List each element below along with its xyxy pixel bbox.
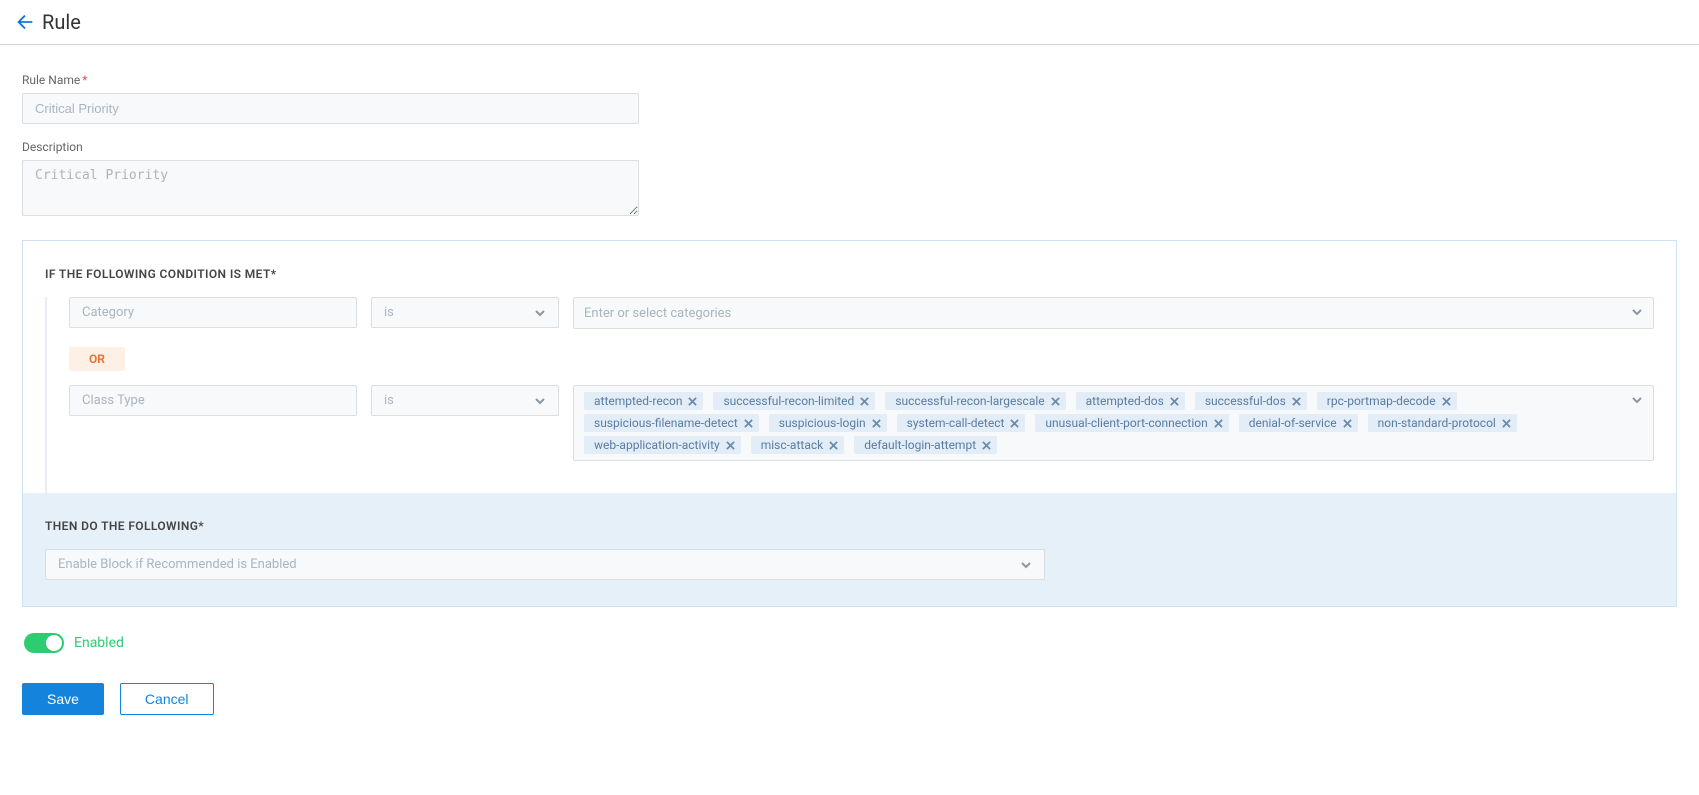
tag-label: system-call-detect xyxy=(907,416,1005,430)
condition-field-select[interactable]: Class Type xyxy=(69,385,357,416)
tag-chip: misc-attack xyxy=(751,436,845,454)
save-button[interactable]: Save xyxy=(22,683,104,715)
condition-operator-select[interactable]: is xyxy=(371,297,559,328)
toggle-knob xyxy=(46,635,62,651)
tag-label: rpc-portmap-decode xyxy=(1327,394,1436,408)
close-icon[interactable] xyxy=(726,441,735,450)
condition-value-multiselect[interactable]: attempted-recon successful-recon-limited s… xyxy=(573,385,1654,461)
tag-chip: successful-recon-limited xyxy=(713,392,875,410)
back-arrow-icon[interactable] xyxy=(14,11,36,33)
action-select[interactable]: Enable Block if Recommended is Enabled xyxy=(45,549,1045,580)
tag-label: unusual-client-port-connection xyxy=(1045,416,1207,430)
close-icon[interactable] xyxy=(1292,397,1301,406)
enabled-label: Enabled xyxy=(74,635,124,651)
close-icon[interactable] xyxy=(829,441,838,450)
page-header: Rule xyxy=(0,0,1699,45)
close-icon[interactable] xyxy=(688,397,697,406)
rule-name-label: Rule Name* xyxy=(22,73,1677,87)
tag-chip: denial-of-service xyxy=(1239,414,1358,432)
close-icon[interactable] xyxy=(1442,397,1451,406)
close-icon[interactable] xyxy=(1502,419,1511,428)
tag-label: misc-attack xyxy=(761,438,824,452)
tag-chip: attempted-recon xyxy=(584,392,703,410)
description-label: Description xyxy=(22,140,1677,154)
cancel-button[interactable]: Cancel xyxy=(120,683,214,715)
chevron-down-icon xyxy=(534,307,546,319)
tag-label: suspicious-filename-detect xyxy=(594,416,738,430)
tag-chip: non-standard-protocol xyxy=(1368,414,1517,432)
tag-chip: web-application-activity xyxy=(584,436,741,454)
tag-chip: default-login-attempt xyxy=(854,436,997,454)
tag-label: successful-recon-limited xyxy=(723,394,854,408)
chevron-down-icon xyxy=(534,395,546,407)
condition-panel: IF THE FOLLOWING CONDITION IS MET* Categ… xyxy=(22,240,1677,607)
enabled-toggle[interactable] xyxy=(24,633,64,653)
tag-chip: unusual-client-port-connection xyxy=(1035,414,1228,432)
tag-label: suspicious-login xyxy=(779,416,866,430)
tag-chip: successful-recon-largescale xyxy=(885,392,1065,410)
tag-chip: suspicious-login xyxy=(769,414,887,432)
close-icon[interactable] xyxy=(872,419,881,428)
chevron-down-icon xyxy=(1631,306,1643,318)
close-icon[interactable] xyxy=(744,419,753,428)
tag-label: successful-recon-largescale xyxy=(895,394,1044,408)
close-icon[interactable] xyxy=(982,441,991,450)
close-icon[interactable] xyxy=(1010,419,1019,428)
tag-label: non-standard-protocol xyxy=(1378,416,1496,430)
tag-chip: system-call-detect xyxy=(897,414,1026,432)
action-heading: THEN DO THE FOLLOWING* xyxy=(23,493,1676,549)
condition-row: Category is Enter or select categories xyxy=(69,297,1654,329)
tag-chip: attempted-dos xyxy=(1076,392,1185,410)
tag-label: web-application-activity xyxy=(594,438,720,452)
page-title: Rule xyxy=(42,10,81,34)
condition-row: Class Type is attempted-recon successful-… xyxy=(69,385,1654,461)
close-icon[interactable] xyxy=(1170,397,1179,406)
tag-label: default-login-attempt xyxy=(864,438,976,452)
close-icon[interactable] xyxy=(1343,419,1352,428)
tag-label: successful-dos xyxy=(1205,394,1286,408)
chevron-down-icon xyxy=(1020,559,1032,571)
action-panel: THEN DO THE FOLLOWING* Enable Block if R… xyxy=(23,493,1676,606)
rule-name-input[interactable] xyxy=(22,93,639,124)
tag-chip: rpc-portmap-decode xyxy=(1317,392,1457,410)
close-icon[interactable] xyxy=(860,397,869,406)
tag-chip: suspicious-filename-detect xyxy=(584,414,759,432)
condition-field-select[interactable]: Category xyxy=(69,297,357,328)
tag-label: denial-of-service xyxy=(1249,416,1337,430)
description-textarea[interactable]: Critical Priority xyxy=(22,160,639,216)
placeholder-text: Enter or select categories xyxy=(584,306,731,321)
condition-value-multiselect[interactable]: Enter or select categories xyxy=(573,297,1654,329)
tag-label: attempted-recon xyxy=(594,394,682,408)
logical-or-badge: OR xyxy=(69,347,125,371)
close-icon[interactable] xyxy=(1051,397,1060,406)
condition-heading: IF THE FOLLOWING CONDITION IS MET* xyxy=(23,241,1676,297)
close-icon[interactable] xyxy=(1214,419,1223,428)
tag-chip: successful-dos xyxy=(1195,392,1307,410)
chevron-down-icon xyxy=(1631,394,1643,406)
enabled-toggle-row: Enabled xyxy=(22,633,1677,653)
condition-operator-select[interactable]: is xyxy=(371,385,559,416)
tag-label: attempted-dos xyxy=(1086,394,1164,408)
